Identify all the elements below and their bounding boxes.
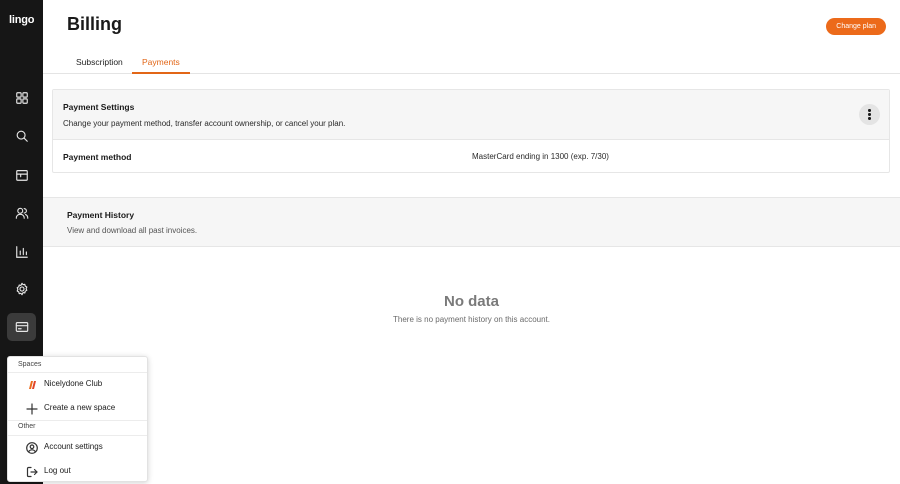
payment-settings-card: Payment Settings Change your payment met… [52,89,890,173]
tab-payments[interactable]: Payments [132,52,190,74]
tab-subscription[interactable]: Subscription [66,52,133,74]
payment-settings-description: Change your payment method, transfer acc… [63,119,346,128]
menu-item-create-space[interactable]: Create a new space [8,397,147,419]
sidebar-item-library[interactable] [7,161,36,189]
box-icon [15,170,28,181]
user-circle-icon [26,441,38,454]
menu-item-label: Log out [44,466,71,475]
sidebar-item-settings[interactable] [7,275,36,303]
sidebar-item-search[interactable] [7,122,36,150]
account-menu: Spaces Nicelydone Club Create a new spac… [7,356,148,482]
app-logo[interactable]: lingo [9,14,34,26]
menu-item-account-settings[interactable]: Account settings [8,436,147,458]
menu-item-label: Account settings [44,442,103,451]
payment-settings-title: Payment Settings [63,102,135,112]
search-icon [16,130,28,142]
menu-section-other: Other [18,423,36,430]
gear-icon [16,282,27,296]
payment-history-header: Payment History View and download all pa… [43,197,900,247]
payment-history-title: Payment History [67,210,135,220]
more-options-button[interactable] [859,104,880,125]
payment-history-description: View and download all past invoices. [67,226,198,235]
plus-icon [26,402,38,415]
menu-item-nicelydone-club[interactable]: Nicelydone Club [8,373,147,395]
menu-item-label: Create a new space [44,403,116,412]
sidebar-item-billing[interactable] [7,313,36,341]
change-plan-button[interactable]: Change plan [826,18,886,35]
empty-state-description: There is no payment history on this acco… [393,315,550,324]
menu-item-log-out[interactable]: Log out [8,460,147,482]
payment-settings-header: Payment Settings Change your payment met… [53,90,889,140]
chart-icon [15,246,28,258]
menu-item-label: Nicelydone Club [44,379,103,388]
logout-icon [26,465,38,478]
payment-method-value: MasterCard ending in 1300 (exp. 7/30) [472,152,609,161]
grid-icon [15,92,28,104]
sidebar-item-analytics[interactable] [7,238,36,266]
payment-method-label: Payment method [63,152,132,162]
space-logo-icon [26,378,38,390]
users-icon [15,207,28,219]
tab-bar: Subscription Payments [43,52,900,74]
empty-state-title: No data [443,293,499,310]
menu-divider [8,420,147,421]
more-vertical-icon [868,109,871,112]
credit-card-icon [15,322,28,332]
menu-section-spaces: Spaces [18,361,42,368]
sidebar-item-users[interactable] [7,199,36,227]
sidebar-item-dashboard[interactable] [7,84,36,112]
main-content: Billing Change plan Subscription Payment… [43,0,900,484]
page-title: Billing [67,14,122,34]
